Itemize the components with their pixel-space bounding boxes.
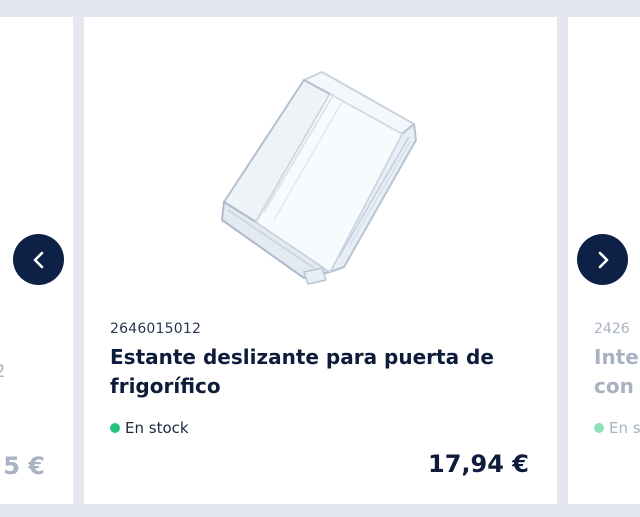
chevron-left-icon xyxy=(33,251,43,268)
product-title-line-2: con xyxy=(594,374,634,398)
product-card[interactable]: 2646015012 Estante deslizante para puert… xyxy=(84,17,557,504)
fridge-door-shelf-image[interactable] xyxy=(204,42,444,302)
stock-status: En stock xyxy=(110,419,189,437)
product-title[interactable]: Estante deslizante para puerta de frigor… xyxy=(110,343,530,401)
chevron-right-icon xyxy=(598,251,608,268)
stock-dot-icon xyxy=(594,423,604,433)
product-price: 5 € xyxy=(3,452,45,480)
carousel-next-button[interactable] xyxy=(577,234,628,285)
stock-dot-icon xyxy=(110,423,120,433)
product-title-fragment: 2 xyxy=(0,361,5,382)
stock-label: En s xyxy=(609,419,640,437)
stock-label: En stock xyxy=(125,419,189,437)
product-price: 17,94 € xyxy=(428,450,529,478)
product-title-line-1: Inte xyxy=(594,345,639,369)
product-sku: 2646015012 xyxy=(110,321,202,337)
stock-status: En s xyxy=(594,419,640,437)
carousel-prev-button[interactable] xyxy=(13,234,64,285)
product-sku: 2426 xyxy=(594,321,630,337)
